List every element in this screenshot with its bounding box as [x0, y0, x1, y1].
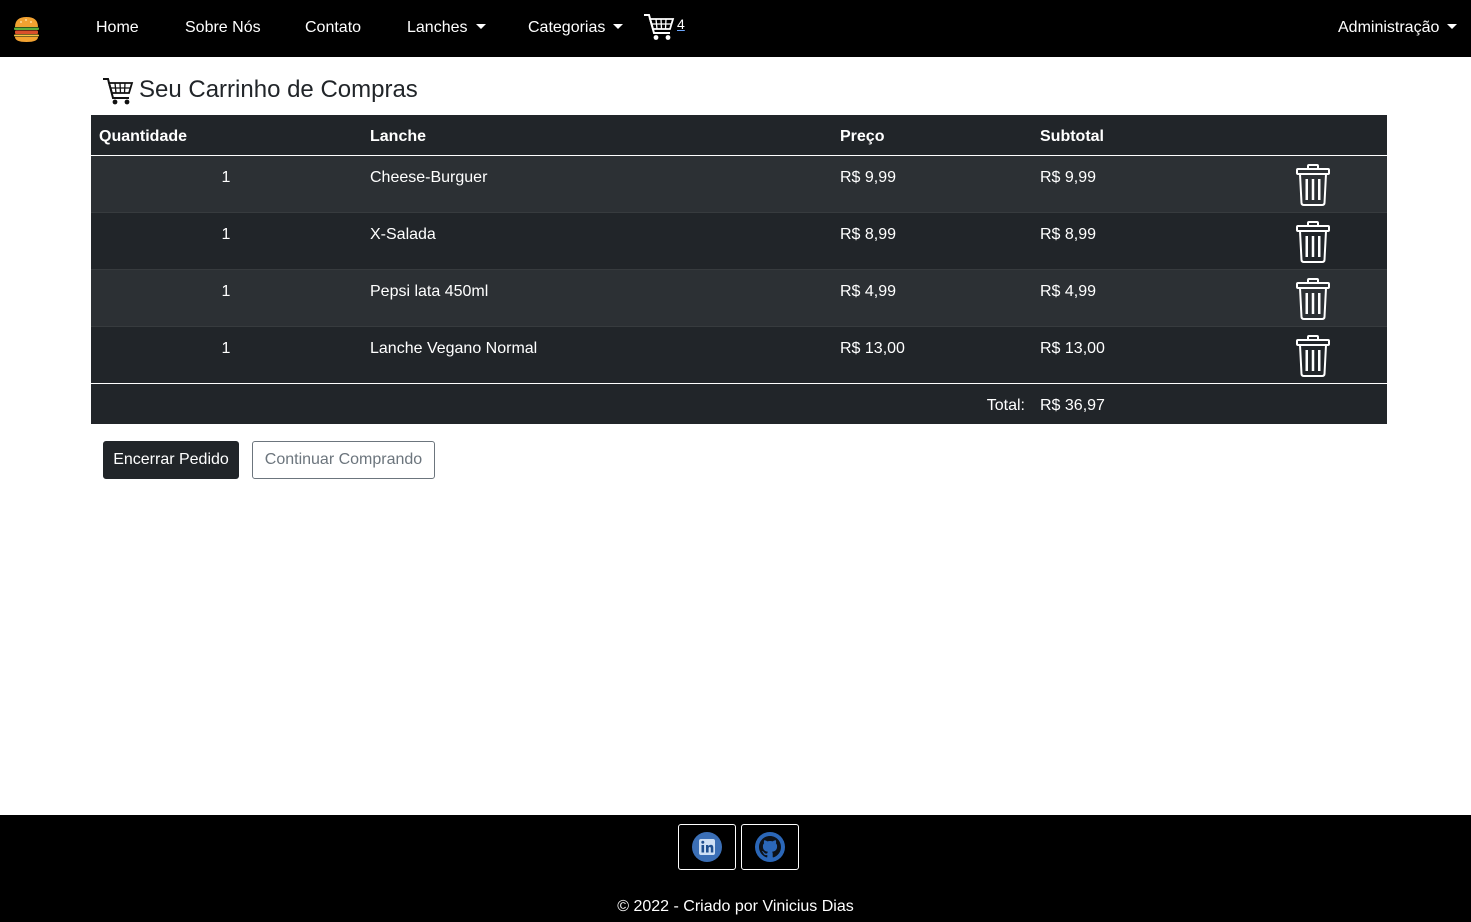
row-price: R$ 8,99 [840, 226, 897, 243]
nav-contato[interactable]: Contato [305, 18, 361, 38]
row-item: Pepsi lata 450ml [370, 283, 489, 300]
burger-logo-icon[interactable] [13, 15, 40, 43]
table-footer: Total: R$ 36,97 [91, 383, 1387, 424]
top-navbar: Home Sobre Nós Contato Lanches Categoria… [0, 0, 1471, 57]
nav-home[interactable]: Home [96, 18, 139, 38]
copyright-text: © 2022 - Criado por Vinicius Dias [617, 898, 854, 915]
trash-icon[interactable] [1296, 164, 1330, 206]
page-title-text: Seu Carrinho de Compras [139, 76, 418, 103]
row-item: X-Salada [370, 226, 436, 243]
row-price: R$ 13,00 [840, 340, 905, 357]
github-icon [755, 832, 785, 862]
cart-link[interactable]: 4 [643, 12, 689, 44]
page-footer: © 2022 - Criado por Vinicius Dias [0, 815, 1471, 922]
row-price: R$ 9,99 [840, 169, 897, 186]
trash-icon[interactable] [1296, 278, 1330, 320]
chevron-down-icon [613, 24, 624, 29]
nav-categorias-label: Categorias [528, 19, 606, 36]
row-item: Lanche Vegano Normal [370, 340, 538, 357]
table-row: 1 Pepsi lata 450ml R$ 4,99 R$ 4,99 [91, 269, 1387, 326]
trash-icon[interactable] [1296, 221, 1330, 263]
nav-lanches-label: Lanches [407, 19, 468, 36]
nav-sobre-nos[interactable]: Sobre Nós [185, 18, 261, 38]
nav-lanches-dropdown[interactable]: Lanches [407, 18, 486, 38]
header-quantity: Quantidade [99, 128, 188, 145]
chevron-down-icon [1447, 24, 1458, 29]
header-price: Preço [840, 128, 885, 145]
cart-table: Quantidade Lanche Preço Subtotal 1 Chees… [91, 115, 1387, 424]
nav-categorias-dropdown[interactable]: Categorias [528, 18, 624, 38]
row-quantity: 1 [221, 283, 231, 300]
row-item: Cheese-Burguer [370, 169, 488, 186]
total-value: R$ 36,97 [1040, 397, 1105, 414]
chevron-down-icon [475, 24, 486, 29]
shopping-cart-icon [644, 14, 675, 40]
row-subtotal: R$ 13,00 [1040, 340, 1105, 357]
header-item: Lanche [370, 128, 427, 145]
cart-count-badge: 4 [677, 16, 685, 32]
checkout-button[interactable]: Encerrar Pedido [103, 441, 239, 479]
nav-administracao-dropdown[interactable]: Administração [1338, 18, 1458, 38]
trash-icon[interactable] [1296, 335, 1330, 377]
table-header: Quantidade Lanche Preço Subtotal [91, 115, 1387, 155]
row-subtotal: R$ 4,99 [1040, 283, 1097, 300]
header-subtotal: Subtotal [1040, 128, 1104, 145]
row-subtotal: R$ 8,99 [1040, 226, 1097, 243]
cart-count: 4 [677, 16, 685, 32]
continue-shopping-button[interactable]: Continuar Comprando [252, 441, 435, 479]
total-label: Total: [986, 397, 1025, 414]
row-quantity: 1 [221, 340, 231, 357]
github-button[interactable] [741, 824, 799, 870]
linkedin-button[interactable] [678, 824, 736, 870]
table-row: 1 Lanche Vegano Normal R$ 13,00 R$ 13,00 [91, 326, 1387, 383]
row-quantity: 1 [221, 169, 231, 186]
row-quantity: 1 [221, 226, 231, 243]
table-row: 1 Cheese-Burguer R$ 9,99 R$ 9,99 [91, 155, 1387, 212]
linkedin-icon [692, 832, 722, 862]
row-subtotal: R$ 9,99 [1040, 169, 1097, 186]
nav-administracao-label: Administração [1338, 19, 1440, 36]
table-row: 1 X-Salada R$ 8,99 R$ 8,99 [91, 212, 1387, 269]
row-price: R$ 4,99 [840, 283, 897, 300]
shopping-cart-icon [103, 78, 134, 105]
